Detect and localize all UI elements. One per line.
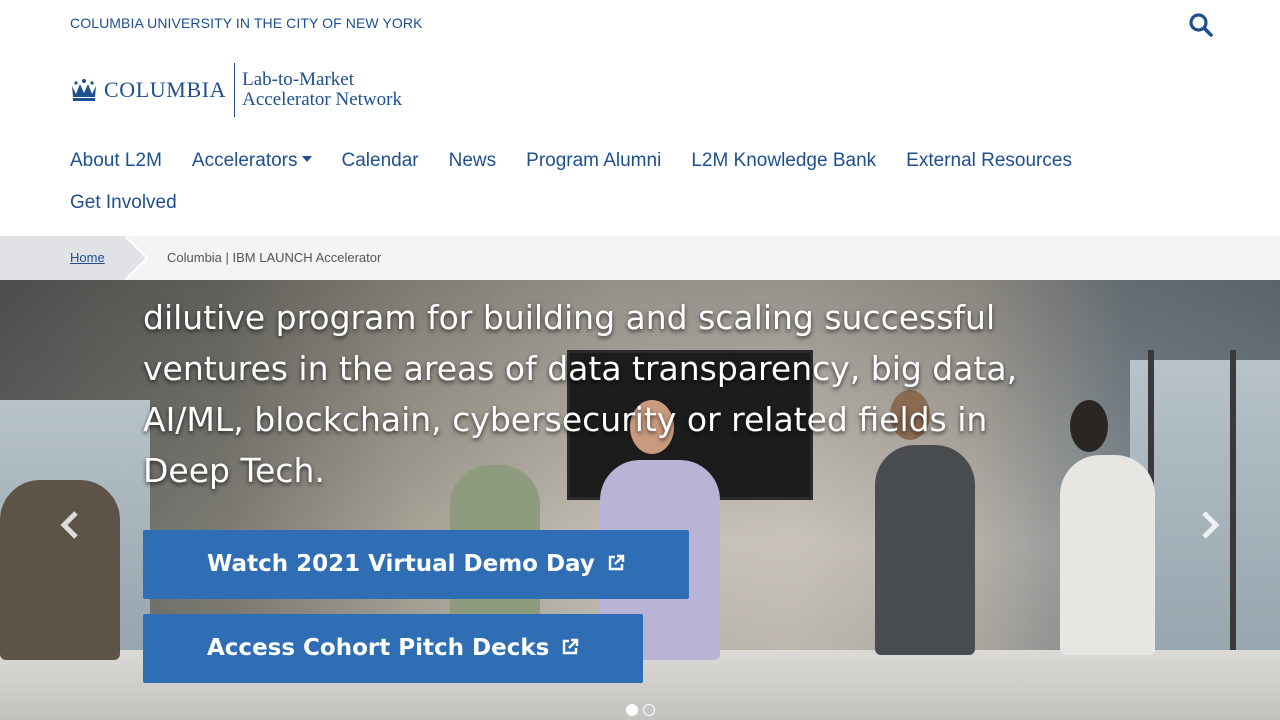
carousel-dot-1[interactable] — [626, 704, 638, 716]
hero-description: dilutive program for building and scalin… — [143, 298, 1018, 490]
nav-item-accelerators[interactable]: Accelerators — [192, 140, 312, 182]
search-icon[interactable] — [1188, 12, 1214, 38]
watch-demo-day-button[interactable]: Watch 2021 Virtual Demo Day — [143, 530, 689, 599]
logo-divider — [234, 63, 236, 117]
nav-item-calendar[interactable]: Calendar — [342, 140, 419, 182]
hero-person-head — [1070, 400, 1108, 452]
main-nav: About L2M Accelerators Calendar News Pro… — [70, 140, 1210, 224]
nav-item-program-alumni[interactable]: Program Alumni — [526, 140, 661, 182]
breadcrumb-arrow — [125, 236, 149, 280]
chevron-right-icon — [1202, 511, 1220, 539]
carousel-prev-button[interactable] — [54, 505, 84, 545]
nav-item-external-resources[interactable]: External Resources — [906, 140, 1072, 182]
external-link-icon — [608, 554, 625, 571]
nav-item-about[interactable]: About L2M — [70, 140, 162, 182]
carousel-indicators — [626, 704, 660, 716]
breadcrumb-current: Columbia | IBM LAUNCH Accelerator — [167, 250, 382, 265]
logo-subtitle-line2: Accelerator Network — [242, 89, 402, 110]
breadcrumb-home-link[interactable]: Home — [70, 250, 105, 265]
hero-carousel: dilutive program for building and scalin… — [0, 280, 1280, 720]
logo-wordmark: Columbia — [104, 77, 227, 102]
access-pitch-decks-button[interactable]: Access Cohort Pitch Decks — [143, 614, 644, 683]
breadcrumb: Home Columbia | IBM LAUNCH Accelerator — [0, 236, 1280, 280]
carousel-dot-2[interactable] — [643, 704, 655, 716]
hero-person — [1060, 455, 1155, 655]
hero-mullion — [1230, 350, 1236, 650]
site-logo[interactable]: Columbia Lab-to-Market Accelerator Netwo… — [70, 62, 402, 118]
logo-subtitle-line1: Lab-to-Market — [242, 69, 354, 90]
breadcrumb-home-bg — [0, 236, 126, 280]
nav-item-get-involved[interactable]: Get Involved — [70, 182, 177, 224]
university-link[interactable]: COLUMBIA UNIVERSITY IN THE CITY OF NEW Y… — [70, 15, 423, 31]
external-link-icon — [563, 638, 579, 655]
carousel-next-button[interactable] — [1196, 505, 1226, 545]
nav-item-knowledge-bank[interactable]: L2M Knowledge Bank — [691, 140, 876, 182]
chevron-down-icon — [301, 156, 312, 163]
nav-item-news[interactable]: News — [449, 140, 497, 182]
chevron-left-icon — [60, 511, 78, 539]
crown-icon — [72, 79, 96, 101]
logo-subtitle: Lab-to-Market Accelerator Network — [242, 70, 402, 110]
